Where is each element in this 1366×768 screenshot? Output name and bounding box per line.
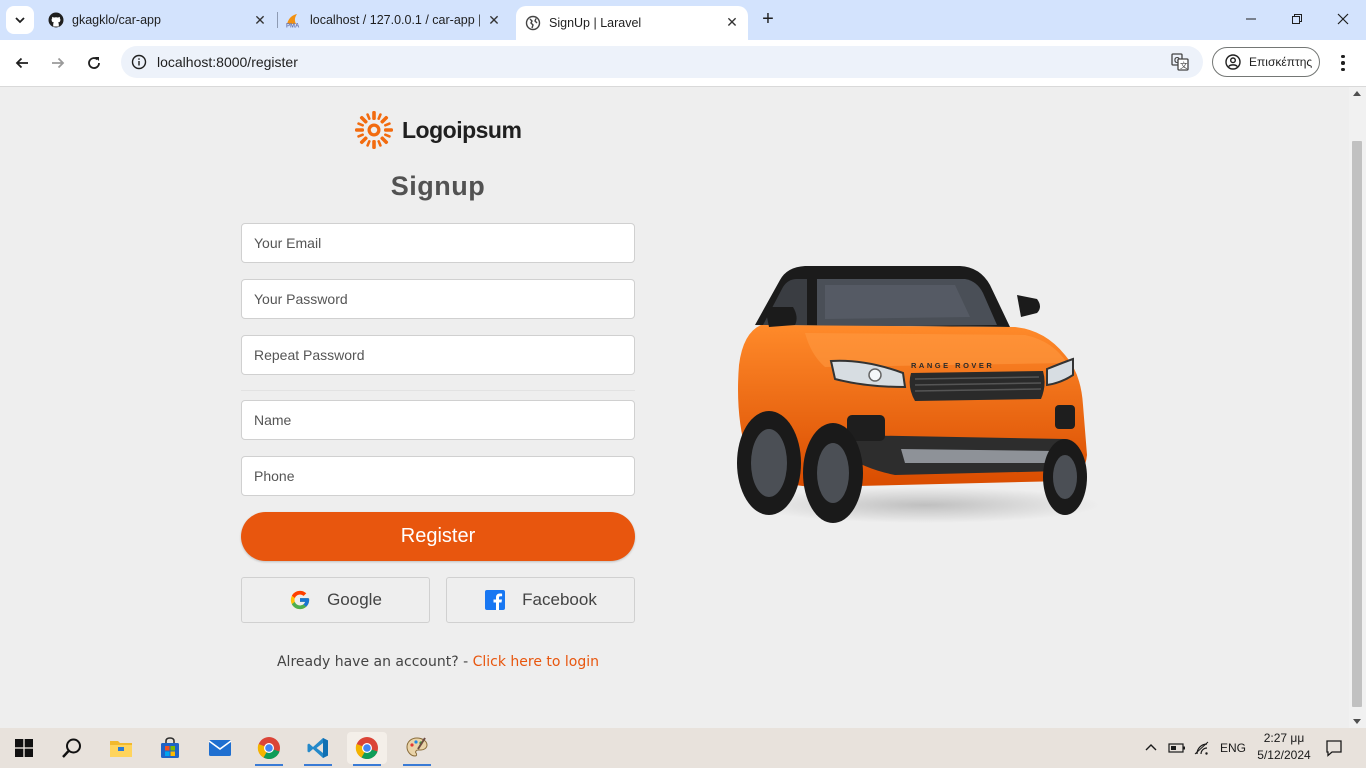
svg-text:RANGE ROVER: RANGE ROVER [911, 361, 994, 370]
back-button[interactable] [7, 48, 37, 78]
reload-icon [88, 57, 100, 69]
clock-time: 2:27 μμ [1263, 731, 1305, 745]
register-button[interactable]: Register [241, 512, 635, 561]
google-login-button[interactable]: Google [241, 577, 430, 623]
forward-button[interactable] [43, 48, 73, 78]
arrow-right-icon [52, 57, 65, 69]
translate-icon[interactable]: G 文 [1171, 53, 1189, 71]
tab-signup[interactable]: SignUp | Laravel ✕ [516, 6, 748, 40]
vscode-icon [307, 738, 328, 758]
url-text: localhost:8000/register [157, 54, 298, 70]
github-icon [48, 12, 64, 28]
login-prompt: Already have an account? - Click here to… [241, 654, 635, 670]
login-link[interactable]: Click here to login [473, 654, 599, 670]
info-icon [131, 54, 147, 70]
tab-title: localhost / 127.0.0.1 / car-app | [310, 13, 480, 27]
close-window-button[interactable] [1320, 6, 1366, 34]
svg-text:文: 文 [1180, 60, 1188, 70]
site-info-button[interactable] [129, 52, 149, 72]
form-divider [241, 390, 635, 391]
notification-icon [1326, 740, 1342, 757]
tab-phpmyadmin[interactable]: PMA localhost / 127.0.0.1 / car-app | ✕ [278, 0, 510, 40]
svg-text:PMA: PMA [286, 24, 300, 29]
phpmyadmin-icon: PMA [286, 14, 300, 29]
url-path: :8000/register [212, 54, 298, 70]
language-indicator[interactable]: ENG [1220, 741, 1246, 755]
phone-field[interactable] [241, 456, 635, 496]
facebook-label: Facebook [522, 590, 597, 609]
chevron-down-icon [15, 17, 25, 24]
paint-palette-icon [406, 737, 428, 757]
login-prompt-text: Already have an account? - [276, 654, 473, 670]
reload-button[interactable] [79, 48, 109, 78]
name-field[interactable] [241, 400, 635, 440]
arrow-left-icon [15, 57, 28, 69]
browser-toolbar: localhost:8000/register G 文 Επισκέπτης [0, 40, 1366, 87]
folder-icon [110, 741, 132, 757]
restore-button[interactable] [1274, 6, 1320, 34]
close-icon [1337, 13, 1349, 25]
google-label: Google [327, 590, 382, 609]
tab-title: SignUp | Laravel [549, 16, 642, 30]
minimize-icon [1246, 18, 1256, 20]
clock-date: 5/12/2024 [1257, 748, 1311, 762]
logo[interactable]: Logoipsum [354, 110, 522, 150]
page-content: Logoipsum Signup Register Google Faceboo… [0, 87, 1349, 728]
minimize-button[interactable] [1228, 6, 1274, 34]
restore-icon [1292, 14, 1302, 24]
store-icon [161, 737, 179, 758]
windows-logo-icon [15, 739, 33, 757]
taskbar: ENG 2:27 μμ 5/12/2024 [0, 728, 1366, 768]
close-icon[interactable]: ✕ [724, 14, 740, 30]
tab-title: gkagklo/car-app [72, 13, 161, 27]
scrollbar-thumb[interactable] [1352, 141, 1362, 707]
taskbar-search-button[interactable] [52, 732, 92, 764]
tab-github[interactable]: gkagklo/car-app ✕ [40, 0, 276, 40]
wifi-icon[interactable] [1194, 741, 1210, 755]
taskbar-paint[interactable] [397, 732, 437, 766]
profile-button[interactable]: Επισκέπτης [1212, 47, 1320, 77]
google-icon [290, 590, 310, 610]
tab-search-button[interactable] [6, 6, 34, 34]
facebook-icon [485, 590, 506, 610]
chrome-icon [257, 737, 280, 760]
close-icon[interactable]: ✕ [252, 12, 268, 28]
logo-sun-icon [355, 111, 393, 149]
taskbar-mail[interactable] [200, 732, 240, 764]
page-scrollbar[interactable] [1349, 87, 1366, 728]
battery-icon[interactable] [1168, 741, 1186, 755]
password-field[interactable] [241, 279, 635, 319]
scroll-up-icon[interactable] [1353, 91, 1361, 96]
more-menu-icon[interactable] [1333, 50, 1353, 76]
search-icon [62, 738, 81, 758]
account-circle-icon [1225, 54, 1241, 70]
mail-icon [208, 740, 232, 756]
email-field[interactable] [241, 223, 635, 263]
globe-icon [525, 15, 541, 31]
facebook-login-button[interactable]: Facebook [446, 577, 635, 623]
new-tab-button[interactable]: + [756, 8, 780, 32]
logo-text: Logoipsum [402, 116, 522, 143]
url-host: localhost [157, 54, 213, 70]
taskbar-file-explorer[interactable] [101, 732, 141, 764]
page-title: Signup [390, 171, 486, 201]
taskbar-chrome[interactable] [249, 732, 289, 766]
notifications-button[interactable] [1314, 732, 1354, 764]
chrome-icon [355, 737, 378, 760]
clock[interactable]: 2:27 μμ 5/12/2024 [1246, 730, 1322, 764]
close-icon[interactable]: ✕ [486, 12, 502, 28]
taskbar-chrome-active[interactable] [347, 732, 387, 766]
repeat-password-field[interactable] [241, 335, 635, 375]
browser-tab-bar: gkagklo/car-app ✕ PMA localhost / 127.0.… [0, 0, 1366, 40]
car-image: RANGE ROVER [737, 266, 1100, 523]
taskbar-vscode[interactable] [298, 732, 338, 766]
taskbar-microsoft-store[interactable] [150, 732, 190, 764]
chevron-up-icon[interactable] [1144, 741, 1158, 755]
windows-start-button[interactable] [4, 732, 44, 764]
scroll-down-icon[interactable] [1353, 719, 1361, 724]
profile-label: Επισκέπτης [1249, 55, 1313, 69]
address-bar[interactable]: localhost:8000/register G 文 [121, 46, 1203, 78]
system-tray: ENG [1144, 728, 1246, 768]
